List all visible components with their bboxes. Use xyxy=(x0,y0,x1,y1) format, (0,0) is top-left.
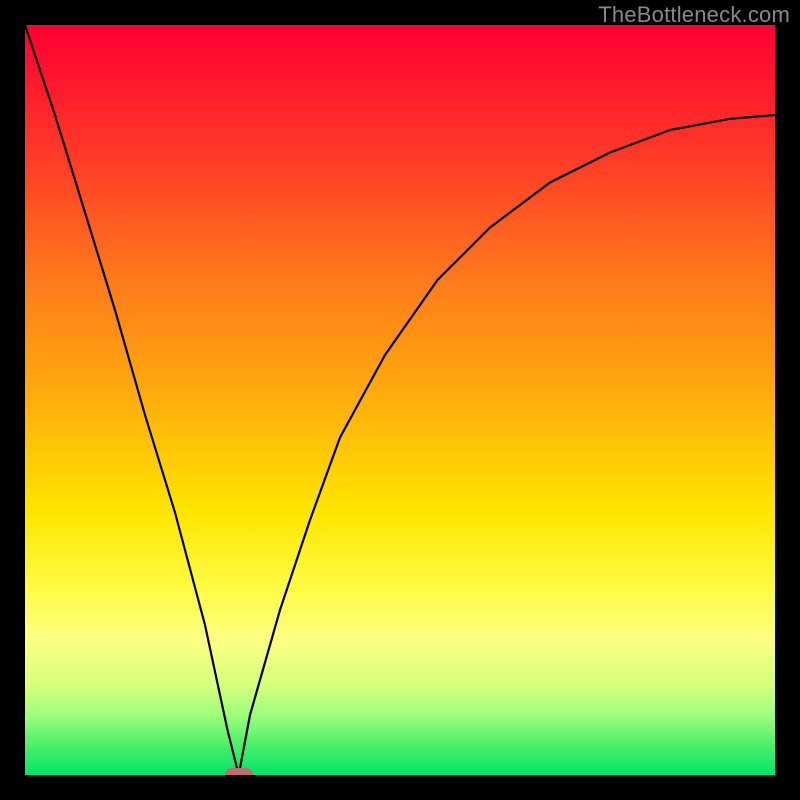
bottleneck-curve-path xyxy=(25,25,775,775)
optimal-point-marker xyxy=(225,768,253,775)
bottleneck-curve xyxy=(25,25,775,775)
watermark-label: TheBottleneck.com xyxy=(598,2,790,28)
plot-area xyxy=(25,25,775,775)
chart-frame: TheBottleneck.com xyxy=(0,0,800,800)
